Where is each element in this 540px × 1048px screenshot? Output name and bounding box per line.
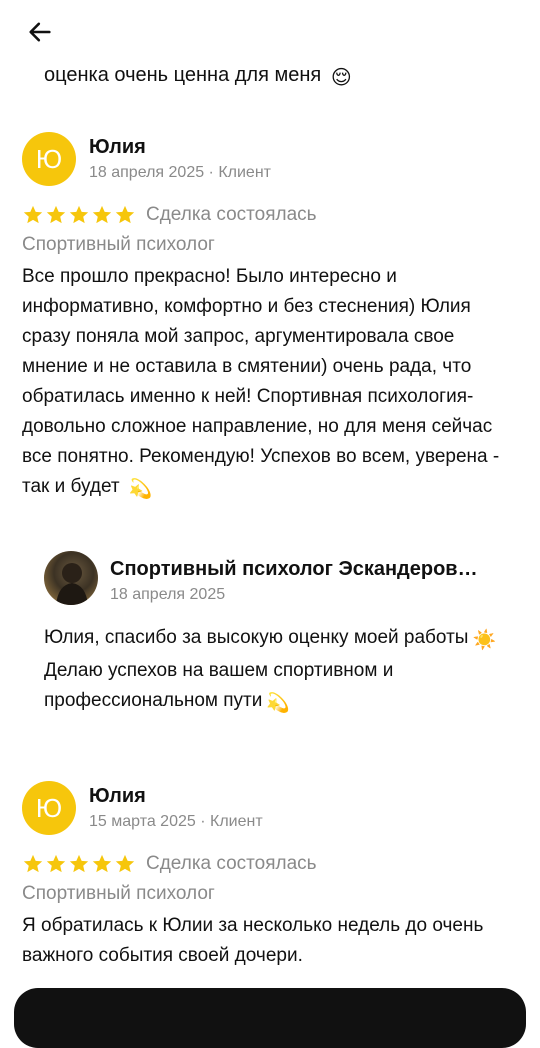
review-author-row: Ю Юлия 15 марта 2025 · Клиент: [22, 781, 522, 845]
dizzy-emoji: 💫: [266, 693, 291, 714]
review-card: Ю Юлия 18 апреля 2025 · Клиент Сделка со…: [22, 132, 522, 505]
photo-placeholder-icon: [56, 563, 88, 605]
specialist-avatar[interactable]: [44, 551, 98, 605]
rating-row: Сделка состоялась: [22, 200, 522, 230]
specialist-name[interactable]: Спортивный психолог Эскандеров…: [110, 557, 520, 581]
deal-status: Сделка состоялась: [146, 204, 317, 225]
author-name[interactable]: Юлия: [89, 135, 146, 159]
back-button[interactable]: [22, 14, 58, 50]
star-icon: [92, 205, 112, 224]
rating-row: Сделка состоялась: [22, 849, 522, 879]
avatar[interactable]: Ю: [22, 132, 76, 186]
star-icon: [69, 854, 89, 873]
review-date: 15 марта 2025 · Клиент: [89, 813, 263, 830]
previous-review-text: оценка очень ценна для меня: [44, 64, 322, 86]
review-card: Ю Юлия 15 марта 2025 · Клиент Сделка сос…: [22, 781, 522, 971]
service-category: Спортивный психолог: [22, 883, 215, 904]
reply-line-1-text: Юлия, спасибо за высокую оценку моей раб…: [44, 627, 469, 648]
arrow-left-icon: [29, 22, 51, 42]
deal-status: Сделка состоялась: [146, 853, 317, 874]
service-category: Спортивный психолог: [22, 234, 215, 255]
star-icon: [23, 854, 43, 873]
reply-line-2: Делаю успехов на вашем спортивном и проф…: [44, 656, 522, 719]
star-icon: [69, 205, 89, 224]
star-icon: [92, 854, 112, 873]
reply-date: 18 апреля 2025: [110, 586, 226, 603]
reply-line-2-text: Делаю успехов на вашем спортивном и проф…: [44, 660, 394, 711]
bottom-action-bar[interactable]: [14, 988, 526, 1048]
star-icon: [115, 205, 135, 224]
star-icon: [46, 205, 66, 224]
review-body: Все прошло прекрасно! Было интересно и и…: [22, 266, 500, 497]
star-rating: [22, 853, 136, 875]
previous-review-tail: оценка очень ценна для меня 😌: [44, 60, 352, 93]
review-text: Я обратилась к Юлии за несколько недель …: [22, 915, 484, 966]
review-author-row: Ю Юлия 18 апреля 2025 · Клиент: [22, 132, 522, 196]
star-icon: [115, 854, 135, 873]
review-text: Все прошло прекрасно! Было интересно и и…: [22, 262, 522, 505]
star-icon: [23, 205, 43, 224]
relieved-face-emoji: 😌: [330, 67, 352, 89]
author-name[interactable]: Юлия: [89, 784, 146, 808]
top-bar: [0, 0, 540, 64]
reply-text: Юлия, спасибо за высокую оценку моей раб…: [44, 623, 522, 719]
review-date: 18 апреля 2025 · Клиент: [89, 164, 271, 181]
reply-line-1: Юлия, спасибо за высокую оценку моей раб…: [44, 623, 522, 656]
avatar[interactable]: Ю: [22, 781, 76, 835]
star-icon: [46, 854, 66, 873]
dizzy-emoji: 💫: [128, 479, 153, 500]
sun-emoji: ☀️: [472, 630, 497, 651]
star-rating: [22, 204, 136, 226]
